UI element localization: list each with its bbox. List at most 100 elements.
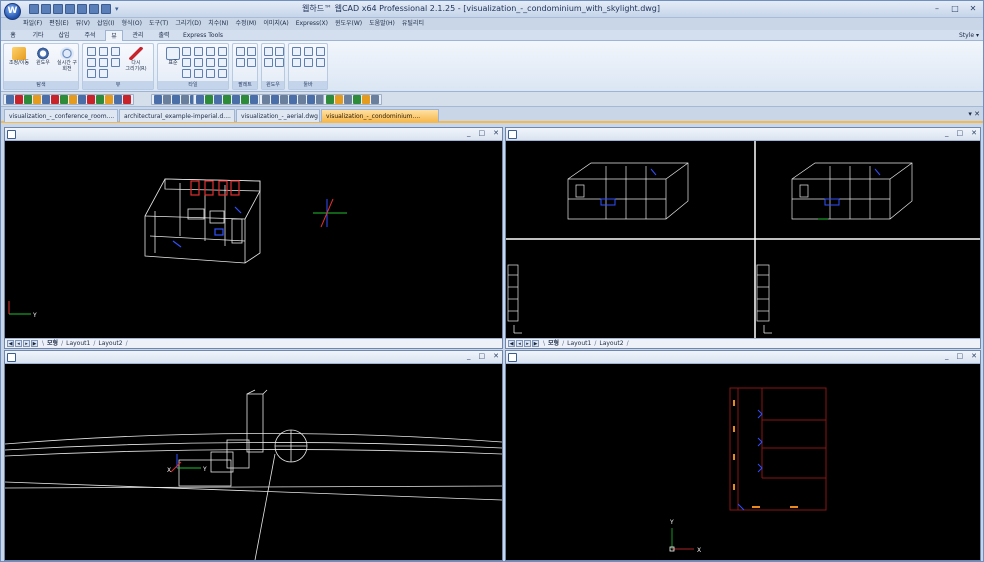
pan-button[interactable]: 조정/이동 — [6, 47, 32, 66]
viewport-close-button[interactable]: ✕ — [971, 129, 977, 137]
menu-item-12[interactable]: 도움말(H) — [369, 18, 395, 30]
viewport-close-button[interactable]: ✕ — [493, 352, 499, 360]
layers-palette-icon[interactable] — [247, 47, 256, 56]
tool-button-icon[interactable] — [289, 95, 297, 104]
tool-button-icon[interactable] — [42, 95, 50, 104]
ribbon-tab-annotate[interactable]: 주석 — [79, 30, 101, 41]
tool-button-icon[interactable] — [223, 95, 231, 104]
prev-layout-arrow-icon[interactable]: ◂ — [15, 340, 22, 347]
tool-button-icon[interactable] — [196, 95, 204, 104]
doc-tab-architectural-example[interactable]: architectural_example-imperial.d.... — [119, 109, 235, 122]
viewport-close-button[interactable]: ✕ — [971, 352, 977, 360]
arrange-icons-icon[interactable] — [275, 58, 284, 67]
viewport-bottom-right[interactable]: _ □ ✕ X Y — [505, 350, 981, 561]
redo-icon[interactable] — [101, 4, 111, 14]
viewport-close-button[interactable]: ✕ — [493, 129, 499, 137]
undo-icon[interactable] — [89, 4, 99, 14]
open-file-icon[interactable] — [41, 4, 51, 14]
layout-tab-layout1[interactable]: Layout1 — [63, 339, 93, 348]
tool-button-icon[interactable] — [123, 95, 131, 104]
tool-button-icon[interactable] — [105, 95, 113, 104]
menu-item-0[interactable]: 파일(F) — [23, 18, 42, 30]
orbit-button[interactable]: 실시간 구 회전 — [54, 47, 80, 72]
viewport-maximize-button[interactable]: □ — [957, 352, 964, 360]
new-file-icon[interactable] — [29, 4, 39, 14]
tool-button-icon[interactable] — [163, 95, 171, 104]
viewport-top-left[interactable]: _ □ ✕ Y ◀ ◂ ▸ ▶ \ 모형 / Layout1 / Layout2… — [4, 127, 503, 349]
doc-tab-aerial[interactable]: visualization_-_aerial.dwg — [236, 109, 320, 122]
tool-button-icon[interactable] — [271, 95, 279, 104]
back-view-icon[interactable] — [99, 58, 108, 67]
tool-button-icon[interactable] — [205, 95, 213, 104]
prev-layout-arrow-icon[interactable]: ◂ — [516, 340, 523, 347]
menu-item-8[interactable]: 수정(M) — [235, 18, 256, 30]
model-canvas[interactable]: Y X — [5, 364, 502, 560]
layout-tab-layout2[interactable]: Layout2 — [596, 339, 626, 348]
save-as-icon[interactable] — [65, 4, 75, 14]
ribbon-tab-express-tools[interactable]: Express Tools — [181, 30, 225, 41]
tool-button-icon[interactable] — [344, 95, 352, 104]
tool-button-icon[interactable] — [214, 95, 222, 104]
last-layout-arrow-icon[interactable]: ▶ — [31, 340, 38, 347]
menu-item-5[interactable]: 도구(T) — [149, 18, 168, 30]
menu-item-1[interactable]: 편집(E) — [49, 18, 69, 30]
ribbon-tab-misc[interactable]: 기타 — [27, 30, 49, 41]
layout-tab-layout1[interactable]: Layout1 — [564, 339, 594, 348]
tool-button-icon[interactable] — [33, 95, 41, 104]
tool-button-icon[interactable] — [69, 95, 77, 104]
viewport-top-right[interactable]: _ □ ✕ ◀ ◂ ▸ ▶ \ 모형 / Layout1 / Layout2 / — [505, 127, 981, 349]
redraw-button[interactable]: 다시 그리기(R) — [121, 47, 151, 72]
tile-layout-9-icon[interactable] — [182, 69, 191, 78]
first-layout-arrow-icon[interactable]: ◀ — [7, 340, 14, 347]
toolbar-toggle-5-icon[interactable] — [304, 58, 313, 67]
tool-button-icon[interactable] — [262, 95, 270, 104]
menu-item-4[interactable]: 형식(O) — [122, 18, 142, 30]
tool-button-icon[interactable] — [154, 95, 162, 104]
next-layout-arrow-icon[interactable]: ▸ — [524, 340, 531, 347]
tile-layout-4-icon[interactable] — [218, 47, 227, 56]
tool-button-icon[interactable] — [232, 95, 240, 104]
viewport-minimize-button[interactable]: _ — [945, 352, 949, 360]
viewport-maximize-button[interactable]: □ — [957, 129, 964, 137]
zoom-window-button[interactable]: 윈도우 — [30, 47, 56, 66]
viewport-minimize-button[interactable]: _ — [467, 129, 471, 137]
application-menu-button[interactable]: W — [4, 3, 21, 20]
menu-item-9[interactable]: 이미지(A) — [263, 18, 288, 30]
first-layout-arrow-icon[interactable]: ◀ — [508, 340, 515, 347]
model-canvas[interactable] — [506, 141, 980, 338]
tool-button-icon[interactable] — [250, 95, 258, 104]
tool-button-icon[interactable] — [371, 95, 379, 104]
menu-item-13[interactable]: 유틸리티 — [402, 18, 424, 30]
quick-access-dropdown[interactable]: ▾ — [113, 4, 121, 15]
close-button[interactable]: ✕ — [967, 3, 979, 14]
toolbar-toggle-4-icon[interactable] — [292, 58, 301, 67]
doc-tab-condominium[interactable]: visualization_-_condominium.... — [321, 109, 439, 122]
iso-view-icon[interactable] — [87, 58, 96, 67]
ribbon-tab-view[interactable]: 뷰 — [105, 30, 123, 41]
tool-palette-icon[interactable] — [247, 58, 256, 67]
bottom-view-icon[interactable] — [87, 69, 96, 78]
layout-tab-model[interactable]: 모형 — [44, 339, 61, 348]
minimize-button[interactable]: – — [931, 3, 943, 14]
named-view-icon[interactable] — [99, 69, 108, 78]
cascade-window-icon[interactable] — [264, 47, 273, 56]
ribbon-tab-home[interactable]: 홈 — [5, 30, 21, 41]
layout-tab-model[interactable]: 모형 — [545, 339, 562, 348]
tool-button-icon[interactable] — [6, 95, 14, 104]
tile-horizontal-icon[interactable] — [275, 47, 284, 56]
toolbar-toggle-2-icon[interactable] — [304, 47, 313, 56]
viewport-maximize-button[interactable]: □ — [479, 352, 486, 360]
toolbar-toggle-3-icon[interactable] — [316, 47, 325, 56]
tile-layout-2-icon[interactable] — [194, 47, 203, 56]
tool-button-icon[interactable] — [362, 95, 370, 104]
tile-layout-1-icon[interactable] — [182, 47, 191, 56]
last-layout-arrow-icon[interactable]: ▶ — [532, 340, 539, 347]
doc-tabs-controls[interactable]: ▾ ✕ — [968, 110, 980, 118]
tile-layout-7-icon[interactable] — [206, 58, 215, 67]
menu-item-11[interactable]: 윈도우(W) — [335, 18, 362, 30]
tool-button-icon[interactable] — [78, 95, 86, 104]
tile-layout-12-icon[interactable] — [218, 69, 227, 78]
menu-item-2[interactable]: 뷰(V) — [76, 18, 90, 30]
viewport-minimize-button[interactable]: _ — [467, 352, 471, 360]
tool-button-icon[interactable] — [307, 95, 315, 104]
